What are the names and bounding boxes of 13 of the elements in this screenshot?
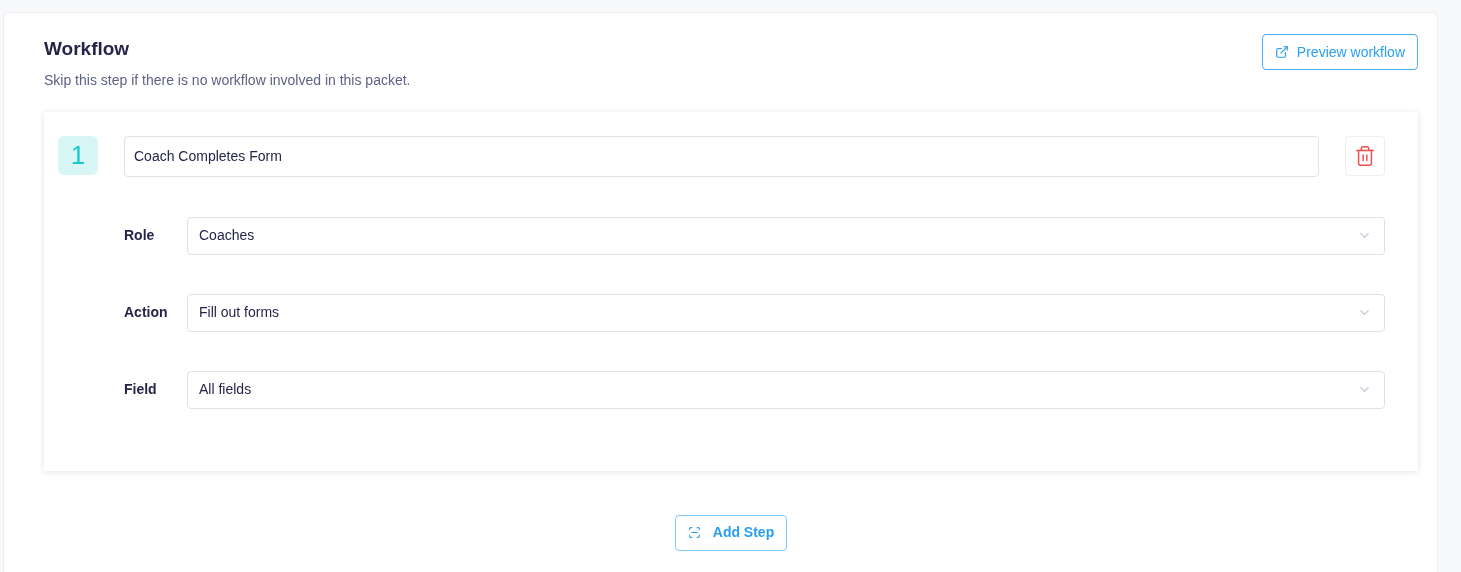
select-field[interactable]: Coaches — [187, 216, 1385, 255]
section-description: Skip this step if there is no workflow involved in this packet. — [44, 70, 411, 90]
select-field[interactable]: All fields — [187, 370, 1385, 409]
external-link-icon — [1274, 45, 1289, 59]
trash-icon — [1354, 144, 1376, 167]
delete-button[interactable] — [1345, 135, 1385, 176]
field-label: Role — [124, 226, 156, 245]
select-field[interactable]: Fill out forms — [187, 293, 1385, 332]
field-label: Field — [124, 380, 158, 399]
section-title: Workflow — [44, 37, 131, 61]
step-name-field[interactable]: Coach Completes Form — [124, 135, 1319, 177]
step-number: 1 — [58, 135, 98, 175]
field-label: Action — [124, 303, 169, 322]
